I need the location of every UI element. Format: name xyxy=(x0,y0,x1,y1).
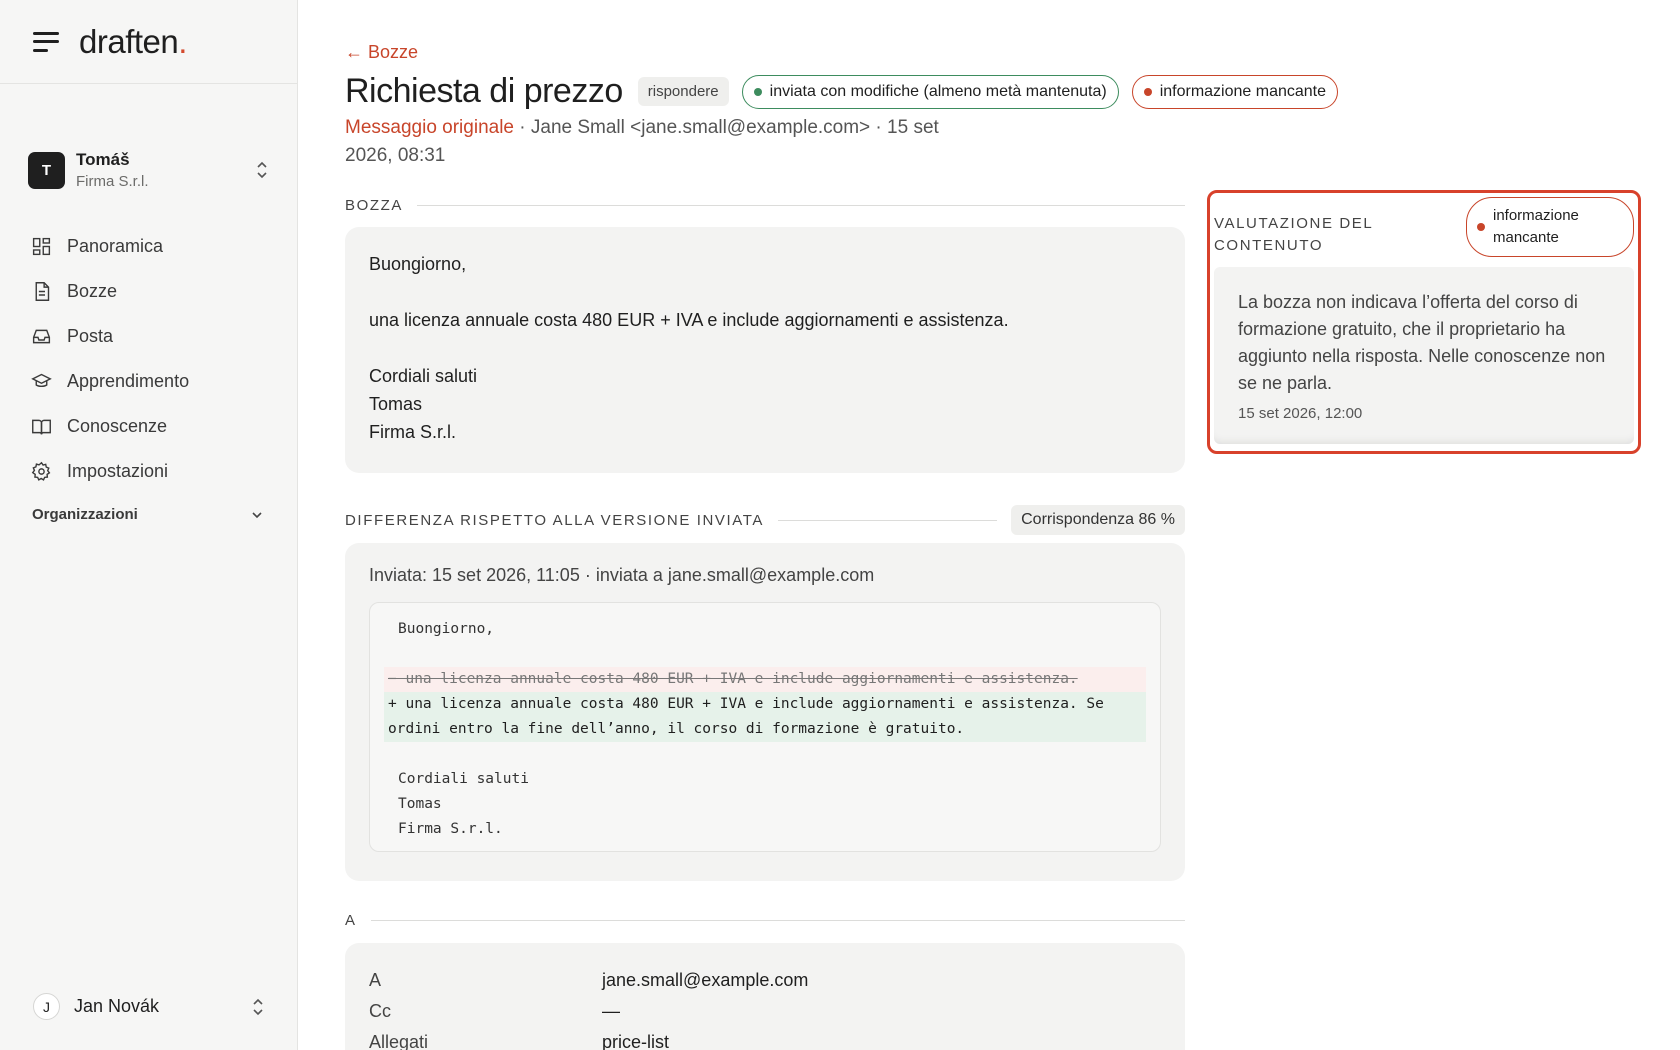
menu-icon[interactable] xyxy=(33,31,59,52)
diff-line: Tomas xyxy=(398,796,442,812)
chevron-down-icon xyxy=(252,511,262,518)
status-dot xyxy=(753,87,762,96)
diff-block: Buongiorno, − una licenza annuale costa … xyxy=(369,602,1161,852)
divider xyxy=(417,205,1185,206)
inbox-icon xyxy=(32,329,51,344)
grid-icon xyxy=(32,237,51,256)
back-link[interactable]: ← Bozze xyxy=(345,42,418,63)
evaluation-text: La bozza non indicava l’offerta del cors… xyxy=(1238,292,1606,393)
attachment-row: Allegati price-list xyxy=(369,1032,670,1050)
draft-card: Buongiorno, una licenza annuale costa 48… xyxy=(345,227,1185,473)
draft-line: Cordiali saluti xyxy=(369,366,478,386)
book-icon xyxy=(32,419,51,435)
issue-dot xyxy=(1143,87,1152,96)
match-badge: Corrispondenza 86 % xyxy=(1011,505,1185,535)
diff-section-label: DIFFERENZA RISPETTO ALLA VERSIONE INVIAT… xyxy=(345,505,1185,535)
diff-line: Buongiorno, xyxy=(398,621,495,637)
divider xyxy=(778,519,998,521)
sidebar-item-apprendimento[interactable]: Apprendimento xyxy=(31,359,297,404)
status-badge: inviata con modifiche (almeno metà mante… xyxy=(741,74,1119,109)
draft-blank xyxy=(369,278,1161,306)
document-icon xyxy=(35,282,50,301)
chevron-updown-icon[interactable] xyxy=(251,997,265,1017)
account-avatar: T xyxy=(28,151,65,189)
diff-blank xyxy=(384,742,1146,767)
gear-icon xyxy=(31,461,51,481)
diff-blank xyxy=(384,642,1146,667)
draft-section-label: BOZZA xyxy=(345,197,1185,214)
account-name: Tomáš xyxy=(76,150,130,169)
sidebar: draften. T Tomáš Firma S.r.l. Panoramica… xyxy=(0,0,298,1050)
message-meta: Messaggio originale · Jane Small <jane.s… xyxy=(345,114,965,170)
draft-line: Firma S.r.l. xyxy=(369,422,457,442)
user-name: Jan Novák xyxy=(74,996,160,1016)
recipients-card: Ajane.small@example.com Cc — Allegati pric… xyxy=(345,943,1185,1050)
diff-line: Firma S.r.l. xyxy=(398,821,503,837)
sidebar-item-impostazioni[interactable]: Impostazioni xyxy=(31,449,297,494)
diff-removed-line: − una licenza annuale costa 480 EUR + IV… xyxy=(384,667,1146,692)
draft-line: Tomas xyxy=(369,394,423,414)
draft-line: Buongiorno, xyxy=(369,254,467,274)
sidebar-nav: Panoramica Bozze Posta Apprendimento Con… xyxy=(0,224,297,494)
chevron-updown-icon[interactable] xyxy=(255,160,269,180)
evaluation-date: 15 set 2026, 12:00 xyxy=(1238,405,1363,422)
recipient-row: Ajane.small@example.com xyxy=(369,970,809,990)
issue-dot xyxy=(1477,223,1485,231)
page-title: Richiesta di prezzo xyxy=(345,72,623,110)
sent-info: Inviata: 15 set 2026, 11:05 · inviata a … xyxy=(369,565,875,585)
evaluation-title: VALUTAZIONE DEL CONTENUTO xyxy=(1214,215,1373,254)
evaluation-body: La bozza non indicava l’offerta del cors… xyxy=(1214,267,1634,444)
diff-added-line: + una licenza annuale costa 480 EUR + IV… xyxy=(384,692,1146,742)
draft-blank xyxy=(369,334,1161,362)
type-badge: rispondere xyxy=(637,77,729,106)
divider xyxy=(370,920,1185,921)
title-row: Richiesta di prezzo rispondere inviata c… xyxy=(345,72,1351,111)
graduation-cap-icon xyxy=(31,373,52,388)
sidebar-item-conoscenze[interactable]: Conoscenze xyxy=(31,404,297,449)
brand-bar: draften. xyxy=(0,0,297,84)
diff-card: Inviata: 15 set 2026, 11:05 · inviata a … xyxy=(345,543,1185,881)
logo[interactable]: draften. xyxy=(79,23,187,61)
account-switcher[interactable]: T Tomáš Firma S.r.l. xyxy=(0,84,297,224)
recipients-section-label: A xyxy=(345,912,1185,929)
issue-badge: informazione mancante xyxy=(1131,74,1339,109)
sidebar-item-panoramica[interactable]: Panoramica xyxy=(31,224,297,269)
user-avatar: J xyxy=(33,993,60,1020)
account-org: Firma S.r.l. xyxy=(76,173,149,190)
original-message-link[interactable]: Messaggio originale xyxy=(345,117,514,138)
user-menu[interactable]: J Jan Novák xyxy=(33,993,265,1020)
content-evaluation-panel: VALUTAZIONE DEL CONTENUTO informazione m… xyxy=(1207,190,1641,454)
recipient-row: Cc — xyxy=(369,1001,620,1021)
diff-line: Cordiali saluti xyxy=(398,771,529,787)
organizations-toggle[interactable]: Organizzazioni xyxy=(0,494,297,523)
sidebar-item-bozze[interactable]: Bozze xyxy=(31,269,297,314)
sidebar-item-posta[interactable]: Posta xyxy=(31,314,297,359)
evaluation-badge: informazione mancante xyxy=(1466,197,1634,257)
draft-line: una licenza annuale costa 480 EUR + IVA … xyxy=(369,310,1009,330)
